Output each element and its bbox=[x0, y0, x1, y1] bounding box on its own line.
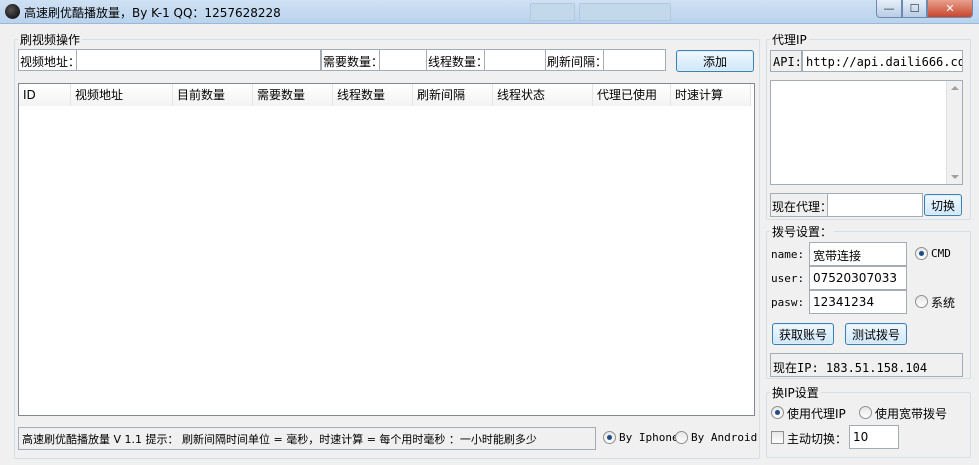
thread-count-input[interactable] bbox=[484, 50, 545, 70]
radio-android-label: By Android bbox=[691, 431, 758, 444]
thread-count-row: 线程数量： bbox=[426, 49, 546, 71]
switch-ip-group-title: 换IP设置 bbox=[770, 384, 821, 401]
dial-user-input[interactable]: 07520307033 bbox=[809, 266, 907, 290]
scroll-up-icon[interactable] bbox=[951, 86, 959, 90]
test-dial-button[interactable]: 测试拨号 bbox=[845, 323, 907, 345]
dial-name-input[interactable]: 宽带连接 bbox=[809, 242, 907, 266]
dial-user-label: user: bbox=[771, 272, 805, 285]
get-account-button[interactable]: 获取账号 bbox=[772, 323, 834, 345]
refresh-interval-row: 刷新间隔： bbox=[545, 49, 666, 71]
status-hint: 高速刷优酷播放量 V 1.1 提示： 刷新间隔时间单位 = 毫秒，时速计算 = … bbox=[18, 427, 596, 450]
radio-system[interactable] bbox=[915, 295, 928, 308]
column-thread-status[interactable]: 线程状态 bbox=[493, 84, 593, 106]
dial-name-label: name: bbox=[771, 248, 805, 261]
column-thread-count[interactable]: 线程数量 bbox=[333, 84, 413, 106]
maximize-button[interactable]: ☐ bbox=[902, 0, 927, 18]
add-button[interactable]: 添加 bbox=[676, 50, 754, 72]
need-count-row: 需要数量： bbox=[321, 49, 427, 71]
column-proxy-used[interactable]: 代理已使用 bbox=[593, 84, 671, 106]
column-id[interactable]: ID bbox=[19, 84, 71, 106]
window-title: 高速刷优酷播放量，By K-1 QQ：1257628228 bbox=[24, 6, 281, 20]
refresh-interval-label: 刷新间隔： bbox=[547, 55, 608, 69]
video-url-label: 视频地址： bbox=[20, 55, 81, 69]
radio-iphone-label: By Iphone bbox=[619, 431, 679, 444]
radio-use-broadband[interactable] bbox=[859, 406, 872, 419]
auto-switch-checkbox[interactable] bbox=[771, 431, 784, 444]
video-url-input[interactable] bbox=[76, 50, 320, 70]
title-bar-ghost-left bbox=[530, 3, 575, 21]
proxy-list-textarea[interactable] bbox=[770, 80, 963, 185]
radio-use-proxy[interactable] bbox=[771, 406, 784, 419]
need-count-input[interactable] bbox=[379, 50, 426, 70]
radio-iphone[interactable] bbox=[603, 431, 616, 444]
column-need-count[interactable]: 需要数量 bbox=[253, 84, 333, 106]
switch-proxy-button[interactable]: 切换 bbox=[924, 194, 962, 216]
scroll-down-icon[interactable] bbox=[951, 175, 959, 179]
column-current-count[interactable]: 目前数量 bbox=[173, 84, 253, 106]
task-table[interactable]: ID 视频地址 目前数量 需要数量 线程数量 刷新间隔 线程状态 代理已使用 时… bbox=[18, 83, 755, 416]
radio-android[interactable] bbox=[675, 431, 688, 444]
video-operation-title: 刷视频操作 bbox=[18, 31, 83, 48]
proxy-group-title: 代理IP bbox=[770, 31, 809, 48]
proxy-list-scrollbar[interactable] bbox=[946, 81, 962, 184]
refresh-interval-input[interactable] bbox=[603, 50, 665, 70]
radio-system-label: 系统 bbox=[931, 296, 956, 310]
close-button[interactable]: ✕ bbox=[927, 0, 973, 18]
auto-switch-label: 主动切换： bbox=[787, 432, 848, 446]
radio-use-proxy-label: 使用代理IP bbox=[787, 407, 846, 421]
column-refresh-interval[interactable]: 刷新间隔 bbox=[413, 84, 493, 106]
current-proxy-label: 现在代理： bbox=[770, 193, 828, 217]
dial-group-title: 拨号设置： bbox=[770, 223, 835, 240]
api-url-input[interactable]: http://api.daili666.com/ip/ bbox=[802, 50, 963, 72]
title-bar-ghost-right bbox=[579, 3, 671, 21]
auto-switch-input[interactable]: 10 bbox=[849, 425, 899, 449]
radio-use-broadband-label: 使用宽带拨号 bbox=[875, 407, 948, 421]
video-url-row: 视频地址： bbox=[18, 49, 321, 71]
current-proxy-input[interactable] bbox=[827, 193, 923, 217]
radio-cmd[interactable] bbox=[915, 247, 928, 260]
column-speed-calc[interactable]: 时速计算 bbox=[671, 84, 751, 106]
dial-pasw-label: pasw: bbox=[771, 296, 805, 309]
thread-count-label: 线程数量： bbox=[428, 55, 489, 69]
minimize-button[interactable]: — bbox=[876, 0, 902, 18]
current-ip-display: 现在IP: 183.51.158.104 bbox=[770, 353, 963, 377]
dial-pasw-input[interactable]: 12341234 bbox=[809, 290, 907, 314]
api-label: API: bbox=[770, 50, 802, 72]
column-video-url[interactable]: 视频地址 bbox=[71, 84, 173, 106]
need-count-label: 需要数量： bbox=[323, 55, 384, 69]
radio-cmd-label: CMD bbox=[931, 247, 951, 260]
app-icon bbox=[5, 4, 20, 19]
